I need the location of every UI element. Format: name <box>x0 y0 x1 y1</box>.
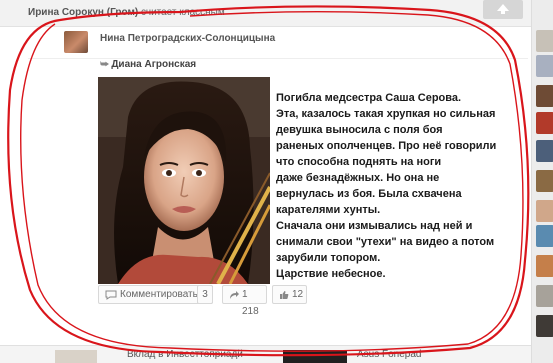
post-text-line: Царствие небесное. <box>276 268 386 280</box>
author-avatar[interactable] <box>64 31 88 53</box>
post-text-line: девушка выносила с поля боя <box>276 124 443 136</box>
sidebar-thumb[interactable] <box>536 315 553 337</box>
sidebar-thumb[interactable] <box>536 170 553 192</box>
author-name[interactable]: Нина Петроградских-Солонцицына <box>100 33 275 44</box>
sidebar-thumb[interactable] <box>536 225 553 247</box>
post-text: Погибла медсестра Саша Серова. Эта, каза… <box>276 90 516 282</box>
repost-author[interactable]: Диана Агронская <box>111 59 196 70</box>
next-item-title[interactable]: Asus Fonepad <box>357 349 422 360</box>
next-item-title[interactable]: Вклад в Инвесттоприадй <box>127 349 243 360</box>
post-text-line: даже безнадёжных. Но она не <box>276 172 440 184</box>
sidebar-thumb[interactable] <box>536 112 553 134</box>
sidebar-thumb[interactable] <box>536 55 553 77</box>
sharer-name[interactable]: Ирина Сорокун (Гром) <box>28 7 138 18</box>
sidebar-thumb[interactable] <box>536 85 553 107</box>
thumbs-up-icon <box>280 291 289 299</box>
sharer-line: Ирина Сорокун (Гром) считает классным <box>28 7 225 18</box>
sidebar-thumb[interactable] <box>536 255 553 277</box>
post-text-line: Погибла медсестра Саша Серова. <box>276 92 462 104</box>
feed-item-header: Ирина Сорокун (Гром) считает классным <box>0 0 553 27</box>
right-sidebar <box>531 0 553 363</box>
post-photo[interactable] <box>98 77 270 284</box>
share-button[interactable]: 1 218 <box>222 285 267 317</box>
hide-arrow-icon <box>497 4 509 14</box>
hide-post-button[interactable] <box>483 0 523 19</box>
post-text-line: вернулась из боя. Была схвачена <box>276 188 462 200</box>
share-arrow-icon <box>230 291 239 299</box>
comment-count-text: 3 <box>202 289 208 300</box>
post-text-line: зарубили топором. <box>276 252 381 264</box>
comment-icon <box>105 290 117 300</box>
post-text-line: Эта, казалось такая хрупкая но сильная <box>276 108 496 120</box>
next-item-thumb[interactable] <box>283 350 347 363</box>
post-text-line: Сначала они измывались над ней и <box>276 220 473 232</box>
post-text-line: карателями хунты. <box>276 204 381 216</box>
portrait-image <box>98 77 270 284</box>
comment-label: Комментировать <box>120 289 198 300</box>
sidebar-thumb[interactable] <box>536 140 553 162</box>
sidebar-thumb[interactable] <box>536 200 553 222</box>
post-text-line: снимали свои "утехи" на видео а потом <box>276 236 495 248</box>
next-feed-items: Вклад в Инвесттоприадй Asus Fonepad <box>0 345 531 363</box>
repost-arrow-icon: ⮩ <box>100 59 110 70</box>
sidebar-thumb[interactable] <box>536 285 553 307</box>
sidebar-thumb[interactable] <box>536 30 553 52</box>
comment-count[interactable]: 3 <box>197 285 213 304</box>
next-item-thumb[interactable] <box>55 350 97 363</box>
like-count: 12 <box>292 289 304 300</box>
share-count: 1 218 <box>242 289 259 317</box>
post-text-line: что способна поднять на ноги <box>276 156 442 168</box>
post-text-line: раненых ополченцев. Про неё говорили <box>276 140 497 152</box>
sharer-action: считает классным <box>140 7 225 18</box>
repost-source[interactable]: ⮩ Диана Агронская <box>100 59 196 70</box>
like-button[interactable]: 12 <box>272 285 307 304</box>
